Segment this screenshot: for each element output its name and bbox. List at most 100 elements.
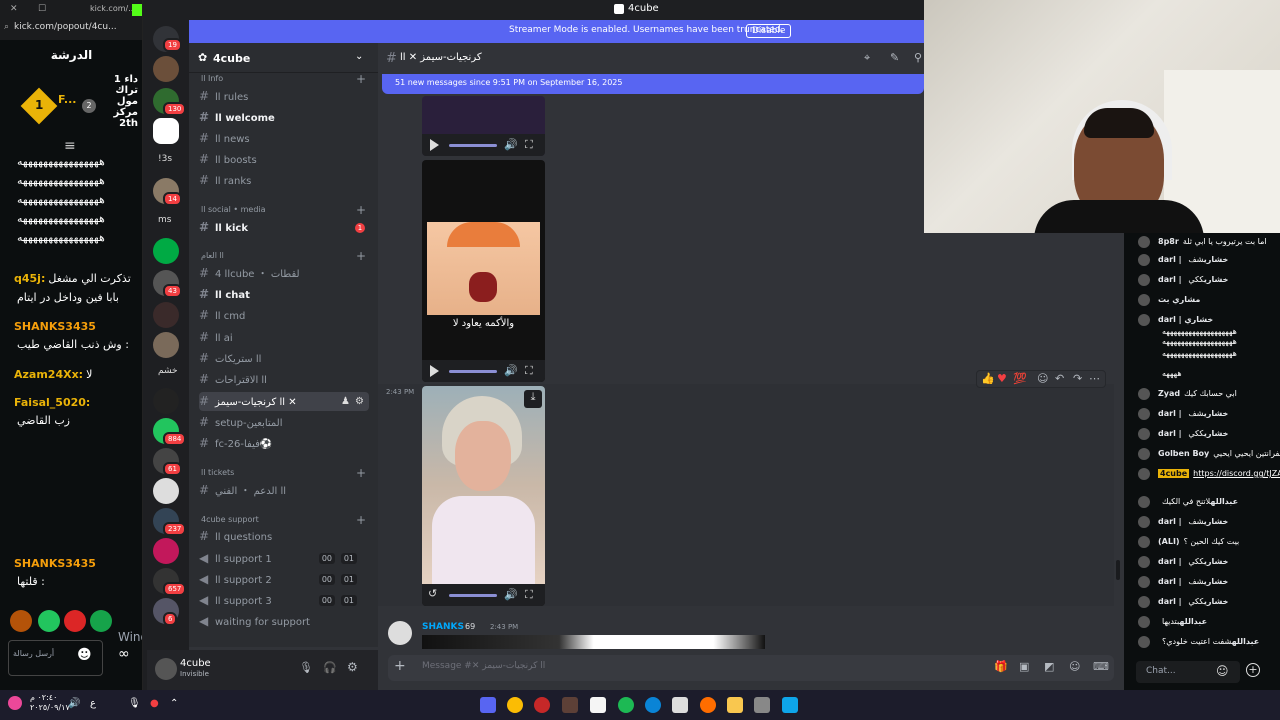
server-icon[interactable] [153, 238, 179, 264]
app-taskbar-icon[interactable] [672, 697, 688, 713]
invite-icon[interactable]: ♟ [341, 392, 350, 411]
play-icon[interactable] [430, 139, 439, 151]
volume-icon[interactable]: 🔊 [504, 364, 518, 377]
language-icon[interactable]: ع [90, 698, 96, 709]
add-icon[interactable]: + [1246, 663, 1260, 677]
video-attachment[interactable]: ⤓ ↺ 🔊 ⛶ [422, 386, 545, 606]
reply-icon[interactable]: ↶ [1055, 372, 1064, 385]
chat-username[interactable]: SHANKS3435 [14, 557, 96, 570]
server-header[interactable]: ✿ 4cube ⌄ [189, 43, 378, 73]
firefox-taskbar-icon[interactable] [700, 697, 716, 713]
gear-icon[interactable]: ⚙ [347, 660, 358, 674]
channel-setup[interactable]: # setup-المتابعين [199, 413, 369, 432]
channel-rules[interactable]: # اا rules [199, 87, 369, 106]
video-attachment[interactable]: 🔊 ⛶ [422, 96, 545, 156]
channel-welcome[interactable]: # اا welcome [199, 108, 369, 127]
voice-support-1[interactable]: ◀ اا support 1 00 01 [199, 549, 369, 568]
channel-boosts[interactable]: # اا boosts [199, 150, 369, 169]
fullscreen-icon[interactable]: ⛶ [525, 364, 533, 378]
volume-icon[interactable]: 🔊 [68, 698, 80, 709]
hundred-icon[interactable]: 💯 [1013, 372, 1027, 385]
volume-icon[interactable]: 🔊 [504, 138, 518, 151]
message-author[interactable]: SHANKS [422, 622, 464, 632]
video-progress-bar[interactable] [449, 144, 497, 147]
emoji-icon[interactable]: ☺ [1216, 664, 1229, 678]
scrollbar[interactable] [1116, 560, 1120, 580]
chat-username[interactable]: Golben Boy [1158, 449, 1209, 458]
mute-icon[interactable]: ✎ [890, 51, 899, 64]
volume-icon[interactable]: 🔊 [504, 588, 518, 601]
chat-input[interactable]: أرسل رسالة ☻ [8, 640, 103, 676]
add-channel-icon[interactable]: + [356, 249, 366, 263]
game-taskbar-icon[interactable] [562, 697, 578, 713]
voice-waiting[interactable]: ◀ waiting for support [199, 612, 369, 631]
channel-news[interactable]: # اا news [199, 129, 369, 148]
chat-username[interactable]: q45j: [14, 272, 45, 285]
channel-support-tech[interactable]: # اا الدعم ・ الفني [199, 481, 369, 500]
channel-suggestions[interactable]: # اا الاقتراحات [199, 370, 369, 389]
chat-username[interactable]: 8p8r [1158, 237, 1179, 246]
chat-username[interactable]: عبدالله [1210, 497, 1238, 506]
heart-icon[interactable]: ♥ [997, 372, 1007, 385]
collapse-icon[interactable]: ≡ [64, 138, 76, 154]
category-tickets[interactable]: اا tickets [201, 468, 234, 477]
channel-ranks[interactable]: # اا ranks [199, 171, 369, 190]
chevron-up-icon[interactable]: ⌃ [170, 698, 178, 709]
server-4cube-icon[interactable] [153, 118, 179, 144]
chat-username[interactable]: SHANKS3435 [14, 320, 96, 333]
gif-icon[interactable]: ▣ [1019, 660, 1029, 673]
chat-username[interactable]: عبدالله [1179, 617, 1207, 626]
record-icon[interactable]: ● [150, 698, 159, 709]
windows-start-icon[interactable] [782, 697, 798, 713]
avatar[interactable] [155, 658, 177, 680]
image-attachment[interactable] [422, 635, 765, 649]
threads-icon[interactable]: ⌖ [864, 51, 870, 65]
category-info[interactable]: اا Info [201, 74, 223, 83]
voice-support-2[interactable]: ◀ اا support 2 00 01 [199, 570, 369, 589]
add-channel-icon[interactable]: + [356, 466, 366, 480]
add-reaction-icon[interactable]: ☺ [1037, 372, 1048, 385]
channel-streaks[interactable]: # اا ستريكات [199, 349, 369, 368]
server-icon[interactable] [153, 388, 179, 414]
category-support[interactable]: 4cube support [201, 515, 259, 524]
microphone-icon[interactable]: 🎙 [299, 661, 313, 674]
video-progress-bar[interactable] [449, 594, 497, 597]
server-icon[interactable] [153, 538, 179, 564]
category-general[interactable]: اا العام [201, 251, 224, 260]
chrome-taskbar-icon[interactable] [507, 697, 523, 713]
channel-ai[interactable]: # اا ai [199, 328, 369, 347]
add-channel-icon[interactable]: + [356, 203, 366, 217]
voice-support-3[interactable]: ◀ اا support 3 00 01 [199, 591, 369, 610]
chat-username[interactable]: (ALI) [1158, 537, 1180, 546]
pin-icon[interactable]: ⚲ [914, 51, 922, 64]
server-label[interactable]: خشم [158, 366, 178, 376]
channel-chat[interactable]: # اا chat [199, 285, 369, 304]
forward-icon[interactable]: ↷ [1073, 372, 1082, 385]
replay-icon[interactable]: ↺ [428, 587, 437, 600]
new-messages-bar[interactable]: 51 new messages since 9:51 PM on Septemb… [382, 74, 924, 94]
chevron-down-icon[interactable]: ⌄ [355, 51, 363, 62]
obs-taskbar-icon[interactable] [534, 697, 550, 713]
folder-taskbar-icon[interactable] [727, 697, 743, 713]
video-attachment[interactable]: والأكمه يعاود لا 🔊 ⛶ [422, 160, 545, 382]
download-icon[interactable]: ⤓ [524, 390, 542, 408]
infinity-icon[interactable]: ∞ [118, 646, 130, 662]
fullscreen-icon[interactable]: ⛶ [525, 138, 533, 152]
channel-4cube-clips[interactable]: # اا 4cube ・ لقطات [199, 264, 369, 283]
taskview-taskbar-icon[interactable] [754, 697, 770, 713]
server-icon[interactable] [153, 332, 179, 358]
thumbs-up-icon[interactable]: 👍 [981, 372, 995, 385]
store-taskbar-icon[interactable] [590, 697, 606, 713]
channel-kick[interactable]: # اا kick 1 [199, 218, 369, 237]
apps-icon[interactable]: ⌨ [1093, 660, 1109, 673]
channel-questions[interactable]: # اا questions [199, 527, 369, 546]
server-icon[interactable] [153, 302, 179, 328]
gear-icon[interactable]: ⚙ [355, 392, 364, 411]
spotify-taskbar-icon[interactable] [618, 697, 634, 713]
chat-username[interactable]: عبدالله [1232, 637, 1260, 646]
channel-cmd[interactable]: # اا cmd [199, 306, 369, 325]
chat-username[interactable]: Faisal_5020: [14, 396, 90, 409]
browser-tab[interactable]: kick.com/... [90, 4, 136, 13]
chat-username[interactable]: 4cube [1158, 469, 1190, 478]
avatar[interactable] [388, 621, 412, 645]
